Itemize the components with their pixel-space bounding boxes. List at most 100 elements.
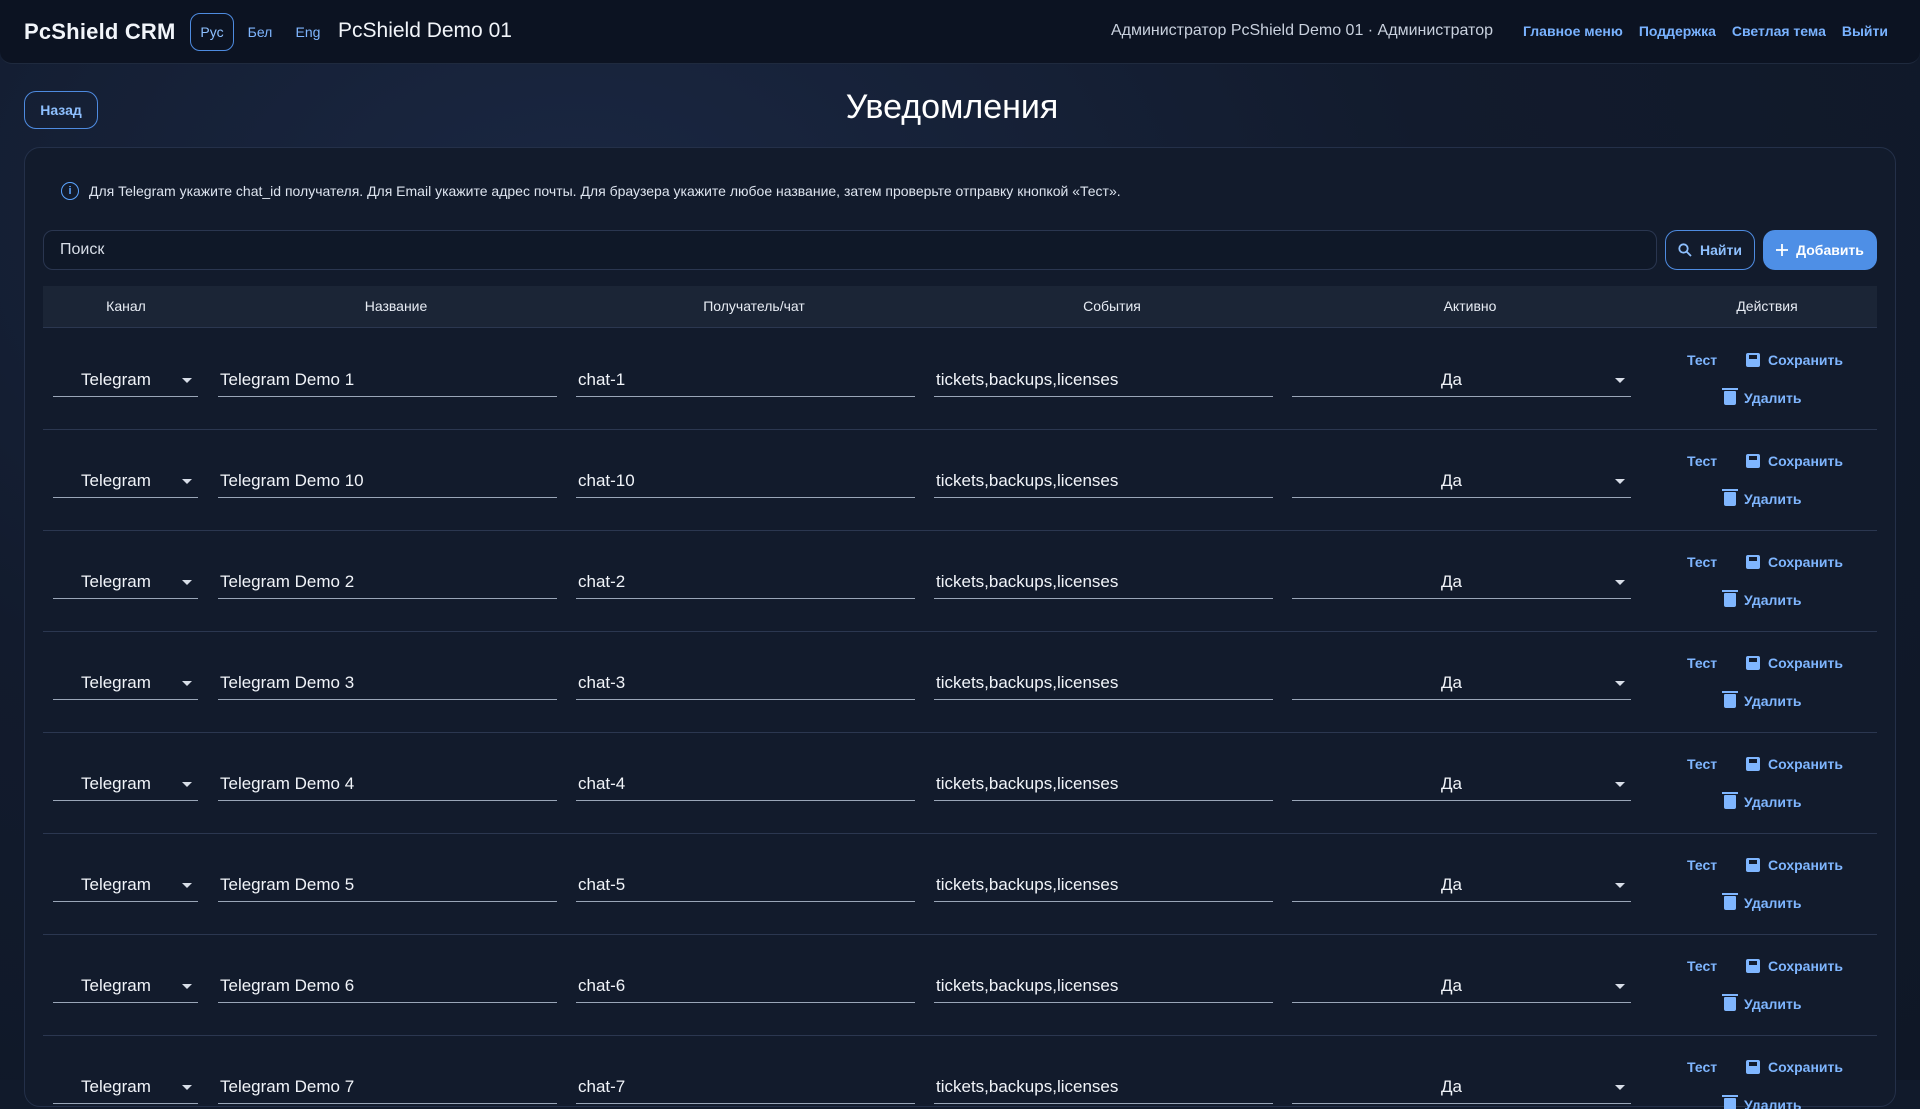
test-button-label: Тест (1687, 958, 1717, 974)
name-input[interactable]: Telegram Demo 4 (218, 767, 557, 801)
trash-icon (1724, 896, 1736, 910)
trash-icon (1724, 795, 1736, 809)
test-button[interactable]: Тест (1687, 756, 1717, 772)
channel-select[interactable]: Telegram (53, 363, 198, 397)
save-button[interactable]: Сохранить (1746, 453, 1843, 469)
recipient-input[interactable]: chat-7 (576, 1070, 915, 1104)
save-button[interactable]: Сохранить (1746, 857, 1843, 873)
recipient-input[interactable]: chat-6 (576, 969, 915, 1003)
test-button[interactable]: Тест (1687, 352, 1717, 368)
channel-select[interactable]: Telegram (53, 1070, 198, 1104)
table-row: Telegram Telegram Demo 3 chat-3 tickets,… (43, 632, 1877, 733)
channel-select[interactable]: Telegram (53, 969, 198, 1003)
lang-be-button[interactable]: Бел (240, 13, 280, 51)
save-button[interactable]: Сохранить (1746, 1059, 1843, 1075)
nav-light-theme-link[interactable]: Светлая тема (1732, 23, 1826, 39)
column-channel[interactable]: Канал (43, 298, 209, 314)
events-input[interactable]: tickets,backups,licenses (934, 464, 1273, 498)
active-select[interactable]: Да (1292, 969, 1631, 1003)
active-select[interactable]: Да (1292, 868, 1631, 902)
events-input[interactable]: tickets,backups,licenses (934, 969, 1273, 1003)
active-select[interactable]: Да (1292, 565, 1631, 599)
table-header: Канал Название Получатель/чат События Ак… (43, 286, 1877, 328)
search-icon (1678, 243, 1692, 257)
save-icon (1746, 555, 1760, 569)
name-input[interactable]: Telegram Demo 10 (218, 464, 557, 498)
column-events[interactable]: События (943, 298, 1281, 314)
events-input[interactable]: tickets,backups,licenses (934, 1070, 1273, 1104)
save-button[interactable]: Сохранить (1746, 554, 1843, 570)
name-input[interactable]: Telegram Demo 1 (218, 363, 557, 397)
chevron-down-icon (182, 984, 192, 989)
name-input[interactable]: Telegram Demo 6 (218, 969, 557, 1003)
save-button[interactable]: Сохранить (1746, 655, 1843, 671)
events-input[interactable]: tickets,backups,licenses (934, 767, 1273, 801)
recipient-input[interactable]: chat-10 (576, 464, 915, 498)
recipient-input[interactable]: chat-2 (576, 565, 915, 599)
recipient-input[interactable]: chat-5 (576, 868, 915, 902)
column-name[interactable]: Название (227, 298, 565, 314)
channel-select[interactable]: Telegram (53, 464, 198, 498)
test-button[interactable]: Тест (1687, 857, 1717, 873)
name-input[interactable]: Telegram Demo 2 (218, 565, 557, 599)
test-button[interactable]: Тест (1687, 554, 1717, 570)
save-button[interactable]: Сохранить (1746, 352, 1843, 368)
add-button-label: Добавить (1796, 242, 1864, 258)
test-button[interactable]: Тест (1687, 958, 1717, 974)
trash-icon (1724, 694, 1736, 708)
column-active[interactable]: Активно (1301, 298, 1639, 314)
channel-select[interactable]: Telegram (53, 868, 198, 902)
save-button[interactable]: Сохранить (1746, 958, 1843, 974)
recipient-input[interactable]: chat-4 (576, 767, 915, 801)
chevron-down-icon (182, 681, 192, 686)
events-input[interactable]: tickets,backups,licenses (934, 666, 1273, 700)
channel-value: Telegram (81, 976, 151, 996)
lang-ru-button[interactable]: Рус (190, 13, 234, 51)
save-icon (1746, 1060, 1760, 1074)
delete-button[interactable]: Удалить (1724, 390, 1801, 406)
save-button[interactable]: Сохранить (1746, 756, 1843, 772)
save-icon (1746, 454, 1760, 468)
find-button[interactable]: Найти (1665, 230, 1755, 270)
name-input[interactable]: Telegram Demo 3 (218, 666, 557, 700)
delete-button[interactable]: Удалить (1724, 895, 1801, 911)
nav-main-menu-link[interactable]: Главное меню (1523, 23, 1623, 39)
lang-en-button[interactable]: Eng (288, 13, 328, 51)
search-field[interactable] (43, 230, 1657, 270)
test-button[interactable]: Тест (1687, 453, 1717, 469)
table-row: Telegram Telegram Demo 1 chat-1 tickets,… (43, 329, 1877, 430)
active-select[interactable]: Да (1292, 666, 1631, 700)
active-select[interactable]: Да (1292, 767, 1631, 801)
channel-select[interactable]: Telegram (53, 565, 198, 599)
channel-select[interactable]: Telegram (53, 767, 198, 801)
active-value: Да (1441, 370, 1462, 390)
test-button[interactable]: Тест (1687, 655, 1717, 671)
nav-logout-link[interactable]: Выйти (1842, 23, 1888, 39)
search-input[interactable] (58, 240, 1642, 260)
active-select[interactable]: Да (1292, 464, 1631, 498)
delete-button[interactable]: Удалить (1724, 693, 1801, 709)
name-input[interactable]: Telegram Demo 5 (218, 868, 557, 902)
delete-button[interactable]: Удалить (1724, 491, 1801, 507)
delete-button[interactable]: Удалить (1724, 592, 1801, 608)
delete-button[interactable]: Удалить (1724, 1097, 1801, 1109)
channel-select[interactable]: Telegram (53, 666, 198, 700)
column-recipient[interactable]: Получатель/чат (585, 298, 923, 314)
recipient-input[interactable]: chat-3 (576, 666, 915, 700)
delete-button[interactable]: Удалить (1724, 794, 1801, 810)
channel-value: Telegram (81, 572, 151, 592)
nav-support-link[interactable]: Поддержка (1639, 23, 1716, 39)
events-input[interactable]: tickets,backups,licenses (934, 363, 1273, 397)
active-select[interactable]: Да (1292, 1070, 1631, 1104)
active-select[interactable]: Да (1292, 363, 1631, 397)
recipient-input[interactable]: chat-1 (576, 363, 915, 397)
test-button[interactable]: Тест (1687, 1059, 1717, 1075)
delete-button[interactable]: Удалить (1724, 996, 1801, 1012)
events-input[interactable]: tickets,backups,licenses (934, 565, 1273, 599)
name-input[interactable]: Telegram Demo 7 (218, 1070, 557, 1104)
add-button[interactable]: Добавить (1763, 230, 1877, 270)
events-input[interactable]: tickets,backups,licenses (934, 868, 1273, 902)
chevron-down-icon (182, 580, 192, 585)
brand-logo[interactable]: PcShield CRM (24, 19, 176, 45)
delete-button-label: Удалить (1744, 491, 1801, 507)
